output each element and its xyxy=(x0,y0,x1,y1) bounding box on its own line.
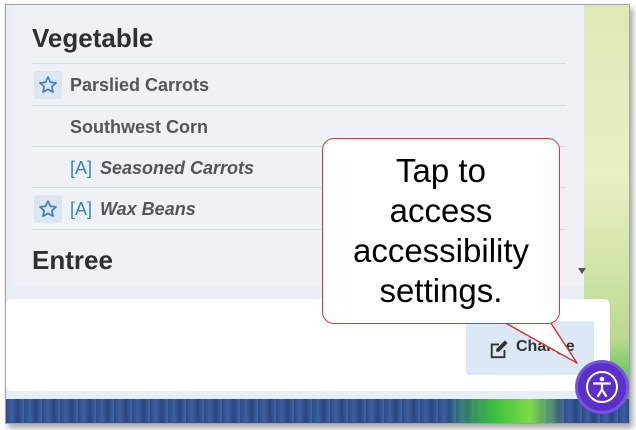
callout-tail-join xyxy=(486,319,542,323)
accessibility-button[interactable] xyxy=(578,363,626,411)
screenshot-frame: Vegetable Parslied Carrots Southwest Cor… xyxy=(5,4,630,424)
accessibility-person-icon xyxy=(586,371,618,403)
